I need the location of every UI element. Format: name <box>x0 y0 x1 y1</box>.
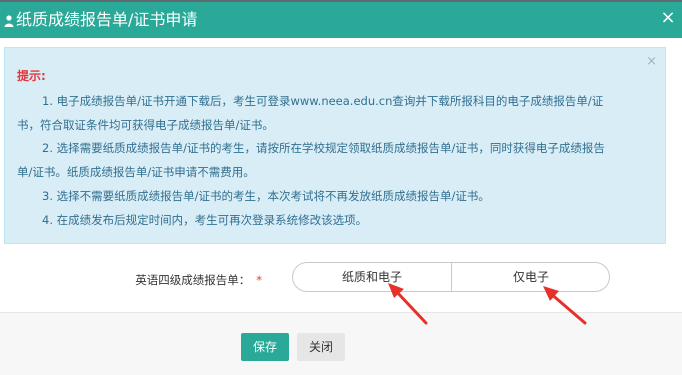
notice-line: 书，符合取证条件均可获得电子成绩报告单/证书。 <box>17 118 274 132</box>
notice-line: 3. 选择不需要纸质成绩报告单/证书的考生，本次考试将不再发放纸质成绩报告单/证… <box>42 189 490 203</box>
close-button[interactable]: 关闭 <box>297 333 345 361</box>
dialog: 纸质成绩报告单/证书申请 × × 提示: 1. 电子成绩报告单/证书开通下载后，… <box>0 0 682 375</box>
save-button[interactable]: 保存 <box>241 333 289 361</box>
dismiss-notice-icon[interactable]: × <box>646 54 657 69</box>
report-card-label-text: 英语四级成绩报告单： <box>135 273 251 287</box>
notice-line: 单/证书。纸质成绩报告单/证书申请不需费用。 <box>17 165 255 179</box>
option-paper-and-electronic[interactable]: 纸质和电子 <box>293 263 452 291</box>
required-mark: * <box>256 273 262 287</box>
dialog-header: 纸质成绩报告单/证书申请 × <box>0 2 682 38</box>
notice-line: 1. 电子成绩报告单/证书开通下载后，考生可登录www.neea.edu.cn查… <box>42 94 604 108</box>
notice-box: × 提示: 1. 电子成绩报告单/证书开通下载后，考生可登录www.neea.e… <box>4 47 666 244</box>
dialog-footer: 保存 关闭 <box>0 312 682 375</box>
notice-line: 4. 在成绩发布后规定时间内，考生可再次登录系统修改该选项。 <box>42 213 368 227</box>
notice-heading: 提示: <box>17 69 46 83</box>
close-icon[interactable]: × <box>660 9 676 27</box>
notice-line: 2. 选择需要纸质成绩报告单/证书的考生，请按所在学校规定领取纸质成绩报告单/证… <box>42 141 605 155</box>
option-electronic-only[interactable]: 仅电子 <box>452 263 610 291</box>
dialog-title: 纸质成绩报告单/证书申请 <box>16 10 198 29</box>
report-type-selector: 纸质和电子 仅电子 <box>292 262 610 292</box>
report-card-label: 英语四级成绩报告单： * <box>0 272 262 288</box>
report-card-option-row: 英语四级成绩报告单： * 纸质和电子 仅电子 <box>0 262 682 294</box>
user-icon <box>4 15 14 27</box>
